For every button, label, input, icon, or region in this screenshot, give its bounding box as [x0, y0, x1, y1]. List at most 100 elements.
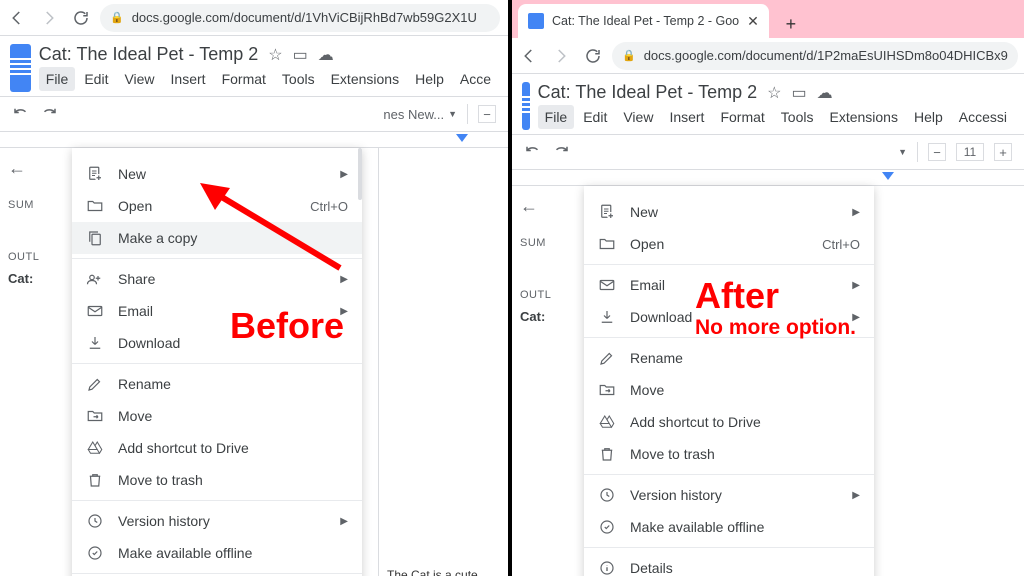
fontsize-minus[interactable]: − [928, 143, 946, 161]
menu-item-version-history[interactable]: Version history▶ [584, 479, 874, 511]
close-tab-icon[interactable]: ✕ [747, 13, 759, 30]
outline-item[interactable]: Cat: [520, 309, 590, 324]
menu-item-label: Make available offline [630, 519, 860, 535]
menu-item-rename[interactable]: Rename [72, 368, 362, 400]
menu-item-label: Open [118, 198, 296, 214]
menu-format[interactable]: Format [215, 67, 273, 91]
menu-view[interactable]: View [117, 67, 161, 91]
new-tab-button[interactable]: + [777, 10, 805, 38]
menu-tools[interactable]: Tools [774, 105, 821, 129]
forward-icon[interactable] [552, 47, 570, 65]
fontsize-value[interactable]: 11 [956, 143, 984, 161]
outline-back-icon[interactable]: ← [520, 196, 590, 217]
docs-logo-icon[interactable] [522, 82, 530, 130]
ruler-marker-icon[interactable] [456, 134, 468, 144]
menu-view[interactable]: View [616, 105, 660, 129]
menu-item-move-to-trash[interactable]: Move to trash [72, 464, 362, 496]
menu-item-details[interactable]: Details [584, 552, 874, 576]
menu-help[interactable]: Help [907, 105, 950, 129]
menu-item-open[interactable]: OpenCtrl+O [72, 190, 362, 222]
back-icon[interactable] [520, 47, 538, 65]
menu-item-make-available-offline[interactable]: Make available offline [72, 537, 362, 569]
after-pane: Cat: The Ideal Pet - Temp 2 - Goo ✕ + 🔒 … [512, 0, 1024, 576]
plus-doc-icon [86, 165, 104, 183]
menu-item-open[interactable]: OpenCtrl+O [584, 228, 874, 260]
menu-item-download[interactable]: Download▶ [584, 301, 874, 333]
menu-item-rename[interactable]: Rename [584, 342, 874, 374]
trash-icon [598, 445, 616, 463]
ruler-marker-icon[interactable] [882, 172, 894, 182]
menu-item-move[interactable]: Move [72, 400, 362, 432]
outline-back-icon[interactable]: ← [8, 158, 78, 179]
address-bar[interactable]: 🔒 docs.google.com/document/d/1VhViCBijRh… [100, 4, 500, 32]
reload-icon[interactable] [584, 47, 602, 65]
address-bar[interactable]: 🔒 docs.google.com/document/d/1P2maEsUIHS… [612, 42, 1018, 70]
tab-title: Cat: The Ideal Pet - Temp 2 - Goo [552, 14, 739, 28]
redo-icon[interactable] [40, 105, 58, 123]
ruler [0, 132, 508, 148]
scrollbar[interactable] [358, 148, 362, 200]
menu-format[interactable]: Format [713, 105, 771, 129]
menu-item-new[interactable]: New▶ [584, 196, 874, 228]
cloud-icon[interactable]: ☁ [318, 45, 334, 65]
menu-item-label: Move to trash [118, 472, 348, 488]
browser-tab[interactable]: Cat: The Ideal Pet - Temp 2 - Goo ✕ [518, 4, 769, 38]
menu-accessibility[interactable]: Accessi [952, 105, 1014, 129]
outline-item[interactable]: Cat: [8, 271, 78, 286]
menu-extensions[interactable]: Extensions [822, 105, 904, 129]
move-folder-icon[interactable]: ▭ [791, 83, 806, 103]
menu-help[interactable]: Help [408, 67, 451, 91]
star-icon[interactable]: ☆ [268, 45, 282, 65]
menu-item-share[interactable]: Share▶ [72, 263, 362, 295]
file-menu-dropdown: New▶OpenCtrl+O Email▶Download▶ RenameMov… [584, 186, 874, 576]
menu-item-move[interactable]: Move [584, 374, 874, 406]
menu-item-add-shortcut-to-drive[interactable]: Add shortcut to Drive [584, 406, 874, 438]
menu-item-make-available-offline[interactable]: Make available offline [584, 511, 874, 543]
undo-icon[interactable] [12, 105, 30, 123]
menu-insert[interactable]: Insert [164, 67, 213, 91]
menu-insert[interactable]: Insert [662, 105, 711, 129]
doc-title[interactable]: Cat: The Ideal Pet - Temp 2 [538, 82, 757, 103]
doc-title[interactable]: Cat: The Ideal Pet - Temp 2 [39, 44, 258, 65]
drive-add-icon [86, 439, 104, 457]
menu-item-download[interactable]: Download [72, 327, 362, 359]
cloud-icon[interactable]: ☁ [817, 83, 833, 103]
menu-item-label: Download [630, 309, 838, 325]
menu-extensions[interactable]: Extensions [324, 67, 406, 91]
menu-accessibility[interactable]: Acce [453, 67, 498, 91]
menu-item-add-shortcut-to-drive[interactable]: Add shortcut to Drive [72, 432, 362, 464]
move-folder-icon[interactable]: ▭ [293, 45, 308, 65]
undo-icon[interactable] [524, 143, 542, 161]
document-body: ← SUM OUTL Cat: New▶OpenCtrl+O Email▶Dow… [512, 186, 1024, 576]
submenu-arrow-icon: ▶ [852, 490, 860, 501]
menu-item-make-a-copy[interactable]: Make a copy [72, 222, 362, 254]
summary-heading: SUM [520, 237, 590, 249]
menu-edit[interactable]: Edit [77, 67, 115, 91]
dropdown-caret-icon[interactable]: ▼ [898, 147, 907, 157]
fontsize-minus[interactable]: − [478, 105, 496, 123]
pencil-icon [86, 375, 104, 393]
toolbar: nes New... ▼ − [0, 96, 508, 132]
menu-file[interactable]: File [39, 67, 76, 91]
menu-edit[interactable]: Edit [576, 105, 614, 129]
fontsize-plus[interactable]: + [994, 143, 1012, 161]
menu-item-email[interactable]: Email▶ [72, 295, 362, 327]
menu-item-version-history[interactable]: Version history▶ [72, 505, 362, 537]
forward-icon[interactable] [40, 9, 58, 27]
font-select[interactable]: nes New... ▼ [383, 107, 457, 122]
reload-icon[interactable] [72, 9, 90, 27]
back-icon[interactable] [8, 9, 26, 27]
star-icon[interactable]: ☆ [767, 83, 781, 103]
mail-icon [86, 302, 104, 320]
url-text: docs.google.com/document/d/1VhViCBijRhBd… [132, 10, 477, 25]
docs-favicon-icon [528, 13, 544, 29]
menu-tools[interactable]: Tools [275, 67, 322, 91]
docs-logo-icon[interactable] [10, 44, 31, 92]
menu-file[interactable]: File [538, 105, 575, 129]
plus-doc-icon [598, 203, 616, 221]
menu-item-email[interactable]: Email▶ [584, 269, 874, 301]
menu-item-move-to-trash[interactable]: Move to trash [584, 438, 874, 470]
redo-icon[interactable] [552, 143, 570, 161]
menu-item-new[interactable]: New▶ [72, 158, 362, 190]
page-content[interactable]: The Cat is a cute [378, 148, 508, 576]
